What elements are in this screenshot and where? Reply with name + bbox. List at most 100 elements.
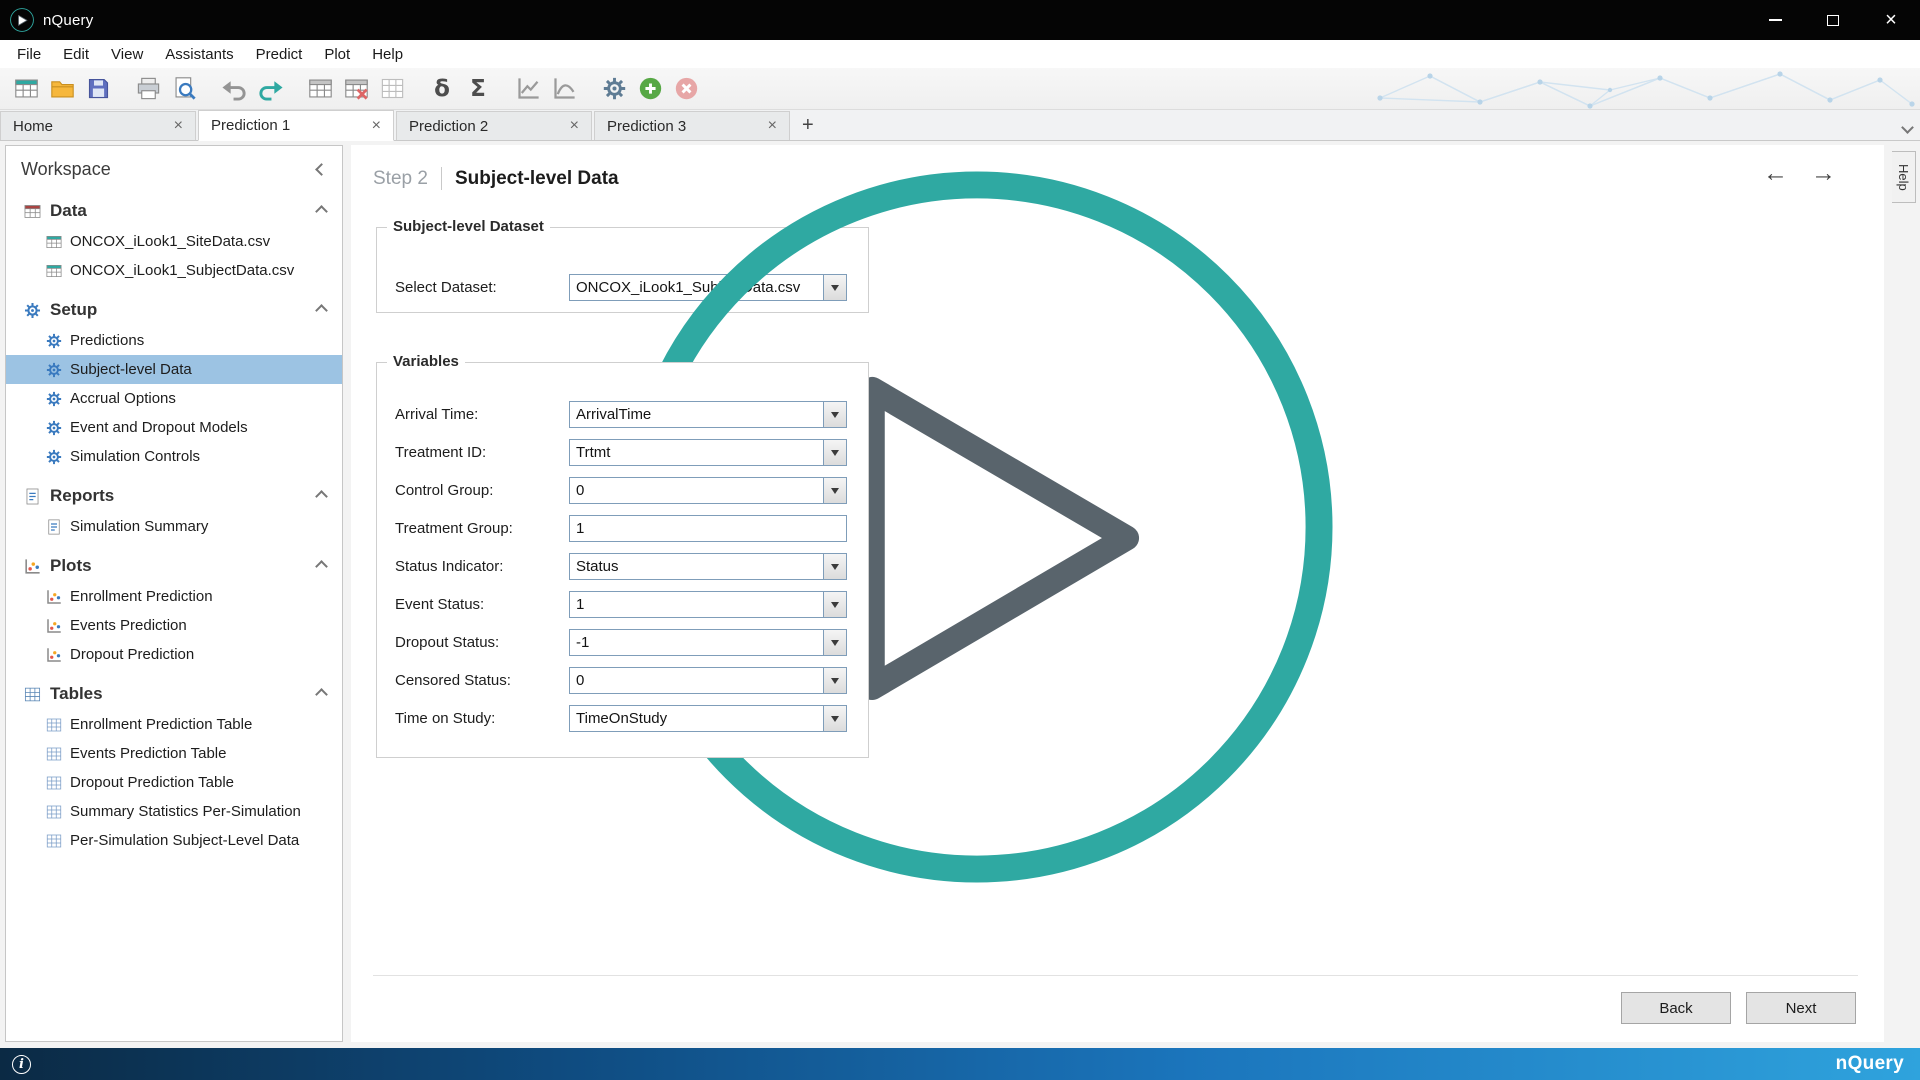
sidebar-collapse-button[interactable] xyxy=(317,161,326,179)
treatment-id-combobox[interactable]: Trtmt xyxy=(569,439,847,466)
info-icon[interactable]: i xyxy=(12,1055,31,1074)
time-on-study-combobox[interactable]: TimeOnStudy xyxy=(569,705,847,732)
menu-plot[interactable]: Plot xyxy=(313,40,361,68)
combo-dropdown-button[interactable] xyxy=(823,630,846,655)
tab-home[interactable]: Home × xyxy=(0,111,196,140)
cancel-button[interactable] xyxy=(668,71,704,107)
censored-status-combobox[interactable]: 0 xyxy=(569,667,847,694)
sidebar-item-dropout-prediction[interactable]: Dropout Prediction xyxy=(6,640,342,669)
combo-dropdown-button[interactable] xyxy=(823,668,846,693)
redo-button[interactable] xyxy=(252,71,288,107)
help-side-tab[interactable]: Help xyxy=(1892,151,1916,203)
table-columns-button[interactable] xyxy=(374,71,410,107)
chevron-up-icon[interactable] xyxy=(315,688,328,701)
new-table-button[interactable] xyxy=(8,71,44,107)
combo-dropdown-button[interactable] xyxy=(823,402,846,427)
table-columns-icon xyxy=(379,75,406,102)
settings-button[interactable] xyxy=(596,71,632,107)
tab-close-icon[interactable]: × xyxy=(764,117,781,135)
maximize-icon xyxy=(1827,15,1839,26)
sidebar-item-subject-level-data[interactable]: Subject-level Data xyxy=(6,355,342,384)
sidebar-item-predictions[interactable]: Predictions xyxy=(6,326,342,355)
tab-close-icon[interactable]: × xyxy=(170,117,187,135)
sigma-button[interactable]: Σ xyxy=(460,71,496,107)
wizard-forward-arrow-icon[interactable]: → xyxy=(1811,161,1836,186)
menu-predict[interactable]: Predict xyxy=(245,40,314,68)
menu-edit[interactable]: Edit xyxy=(52,40,100,68)
sidebar-item-subjectdata-csv[interactable]: ONCOX_iLook1_SubjectData.csv xyxy=(6,256,342,285)
combo-dropdown-button[interactable] xyxy=(823,554,846,579)
menu-file[interactable]: File xyxy=(6,40,52,68)
chevron-up-icon[interactable] xyxy=(315,560,328,573)
tab-prediction-1[interactable]: Prediction 1 × xyxy=(198,110,394,141)
minimize-button[interactable] xyxy=(1746,0,1804,40)
curve-plot-button[interactable] xyxy=(546,71,582,107)
chevron-up-icon[interactable] xyxy=(315,205,328,218)
combo-dropdown-button[interactable] xyxy=(823,706,846,731)
chevron-up-icon[interactable] xyxy=(315,304,328,317)
close-button[interactable]: × xyxy=(1862,0,1920,40)
event-status-combobox[interactable]: 1 xyxy=(569,591,847,618)
new-tab-button[interactable]: + xyxy=(792,114,824,140)
open-button[interactable] xyxy=(44,71,80,107)
import-table-button[interactable] xyxy=(302,71,338,107)
combo-dropdown-button[interactable] xyxy=(823,478,846,503)
chevron-up-icon[interactable] xyxy=(315,490,328,503)
status-indicator-combobox[interactable]: Status xyxy=(569,553,847,580)
sidebar-item-label: Event and Dropout Models xyxy=(70,419,248,436)
dropdown-arrow-icon xyxy=(831,412,839,418)
sidebar-item-accrual-options[interactable]: Accrual Options xyxy=(6,384,342,413)
section-header-setup[interactable]: Setup xyxy=(6,294,342,326)
next-button[interactable]: Next xyxy=(1746,992,1856,1024)
back-button[interactable]: Back xyxy=(1621,992,1731,1024)
combo-dropdown-button[interactable] xyxy=(823,592,846,617)
sidebar-item-sitedata-csv[interactable]: ONCOX_iLook1_SiteData.csv xyxy=(6,227,342,256)
add-icon xyxy=(637,75,664,102)
section-header-tables[interactable]: Tables xyxy=(6,678,342,710)
sidebar-item-label: Dropout Prediction xyxy=(70,646,194,663)
treatment-group-field[interactable]: 1 xyxy=(569,515,847,542)
section-header-data[interactable]: Data xyxy=(6,195,342,227)
undo-button[interactable] xyxy=(216,71,252,107)
dropdown-arrow-icon xyxy=(831,564,839,570)
tab-prediction-2[interactable]: Prediction 2 × xyxy=(396,111,592,140)
undo-icon xyxy=(221,75,248,102)
sidebar-item-event-dropout-models[interactable]: Event and Dropout Models xyxy=(6,413,342,442)
maximize-button[interactable] xyxy=(1804,0,1862,40)
combo-dropdown-button[interactable] xyxy=(823,440,846,465)
line-plot-button[interactable] xyxy=(510,71,546,107)
menu-assistants[interactable]: Assistants xyxy=(154,40,244,68)
wizard-back-arrow-icon[interactable]: ← xyxy=(1763,161,1788,186)
control-group-combobox[interactable]: 0 xyxy=(569,477,847,504)
delta-button[interactable]: δ xyxy=(424,71,460,107)
combo-value: 0 xyxy=(570,482,823,499)
tab-close-icon[interactable]: × xyxy=(368,117,385,135)
sidebar-item-summary-statistics-per-simulation[interactable]: Summary Statistics Per-Simulation xyxy=(6,797,342,826)
sidebar-item-enrollment-prediction-table[interactable]: Enrollment Prediction Table xyxy=(6,710,342,739)
sidebar-item-per-simulation-subject-level-data[interactable]: Per-Simulation Subject-Level Data xyxy=(6,826,342,855)
settings-gear-icon xyxy=(601,75,628,102)
sidebar-item-simulation-summary[interactable]: Simulation Summary xyxy=(6,512,342,541)
save-button[interactable] xyxy=(80,71,116,107)
sidebar-item-dropout-prediction-table[interactable]: Dropout Prediction Table xyxy=(6,768,342,797)
menu-help[interactable]: Help xyxy=(361,40,414,68)
sidebar-section-setup: Setup Predictions Subject-level Data Acc… xyxy=(6,294,342,471)
delete-table-button[interactable] xyxy=(338,71,374,107)
sidebar-item-enrollment-prediction[interactable]: Enrollment Prediction xyxy=(6,582,342,611)
dropout-status-combobox[interactable]: -1 xyxy=(569,629,847,656)
section-header-plots[interactable]: Plots xyxy=(6,550,342,582)
print-button[interactable] xyxy=(130,71,166,107)
combo-value: ArrivalTime xyxy=(570,406,823,423)
sidebar-item-simulation-controls[interactable]: Simulation Controls xyxy=(6,442,342,471)
sidebar-item-events-prediction[interactable]: Events Prediction xyxy=(6,611,342,640)
print-preview-button[interactable] xyxy=(166,71,202,107)
arrival-time-combobox[interactable]: ArrivalTime xyxy=(569,401,847,428)
tab-prediction-3[interactable]: Prediction 3 × xyxy=(594,111,790,140)
menu-view[interactable]: View xyxy=(100,40,154,68)
dropdown-arrow-icon xyxy=(831,716,839,722)
sidebar-item-events-prediction-table[interactable]: Events Prediction Table xyxy=(6,739,342,768)
add-button[interactable] xyxy=(632,71,668,107)
section-header-reports[interactable]: Reports xyxy=(6,480,342,512)
tab-close-icon[interactable]: × xyxy=(566,117,583,135)
tabs-overflow-button[interactable] xyxy=(1903,119,1912,137)
